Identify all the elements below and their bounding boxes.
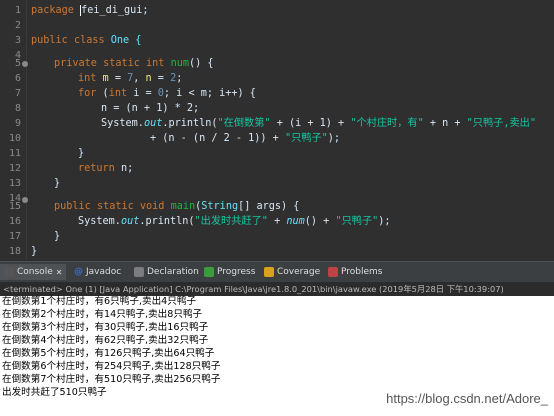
- code-line: package fei_di_gui;: [31, 5, 149, 16]
- line-number: 17: [8, 231, 21, 242]
- console-status: <terminated> One (1) [Java Application] …: [0, 282, 554, 296]
- line-number: 8: [14, 103, 21, 114]
- console-output[interactable]: 在倒数第1个村庄时，有6只鸭子,卖出4只鸭子 在倒数第2个村庄时，有14只鸭子,…: [0, 296, 554, 416]
- close-icon[interactable]: ✕: [56, 268, 63, 277]
- line-number: 2: [14, 20, 21, 31]
- code-line: }: [54, 178, 61, 189]
- declaration-icon: [134, 267, 144, 277]
- line-number: 16: [8, 216, 21, 227]
- line-number: 13: [8, 178, 21, 189]
- line-number: 18: [8, 246, 21, 257]
- progress-icon: [204, 267, 214, 277]
- line-number-gutter: 1 2 3 4 5 6 7 8 9 10 11 12 13 14 15 16 1…: [0, 0, 28, 260]
- output-line: 在倒数第6个村庄时，有254只鸭子,卖出128只鸭子: [2, 361, 221, 372]
- line-number: 10: [8, 133, 21, 144]
- output-line: 在倒数第4个村庄时，有62只鸭子,卖出32只鸭子: [2, 335, 209, 346]
- code-line: }: [78, 148, 85, 159]
- console-tab-bar: Console ✕ @ Javadoc Declaration Progress…: [0, 261, 554, 283]
- code-line: }: [54, 231, 61, 242]
- code-line: System.out.println("出发时共赶了" + num() + "只…: [78, 216, 391, 227]
- line-number: 7: [14, 88, 21, 99]
- console-icon: [4, 267, 14, 277]
- output-line: 在倒数第1个村庄时，有6只鸭子,卖出4只鸭子: [2, 296, 197, 307]
- line-number: 9: [14, 118, 21, 129]
- output-line: 在倒数第2个村庄时，有14只鸭子,卖出8只鸭子: [2, 309, 203, 320]
- fold-marker-icon[interactable]: [22, 61, 28, 67]
- code-line: public static void main(String[] args) {: [54, 201, 300, 212]
- tab-declaration[interactable]: Declaration: [134, 264, 199, 280]
- line-number: 6: [14, 73, 21, 84]
- code-line: public class One {: [31, 35, 142, 46]
- line-number: 5: [14, 58, 21, 69]
- line-number: 11: [8, 148, 21, 159]
- line-number: 3: [14, 35, 21, 46]
- code-line: + (n - (n / 2 - 1)) + "只鸭子");: [150, 133, 341, 144]
- coverage-icon: [264, 267, 274, 277]
- code-line: int m = 7, n = 2;: [78, 73, 183, 84]
- at-icon: @: [74, 267, 83, 277]
- problems-icon: [328, 267, 338, 277]
- tab-coverage[interactable]: Coverage: [264, 264, 320, 280]
- code-line: System.out.println("在倒数第" + (i + 1) + "个…: [101, 118, 536, 129]
- watermark: https://blog.csdn.net/Adore_: [386, 391, 548, 406]
- code-line: }: [31, 246, 38, 257]
- code-line: for (int i = 0; i < m; i++) {: [78, 88, 256, 99]
- output-line: 在倒数第7个村庄时，有510只鸭子,卖出256只鸭子: [2, 374, 221, 385]
- line-number: 12: [8, 163, 21, 174]
- output-line: 在倒数第3个村庄时，有30只鸭子,卖出16只鸭子: [2, 322, 209, 333]
- tab-problems[interactable]: Problems: [328, 264, 382, 280]
- code-editor[interactable]: 1 2 3 4 5 6 7 8 9 10 11 12 13 14 15 16 1…: [0, 0, 554, 260]
- code-line: n = (n + 1) * 2;: [101, 103, 200, 114]
- output-line: 出发时共赶了510只鸭子: [2, 387, 107, 398]
- fold-marker-icon[interactable]: [22, 197, 28, 203]
- code-line: return n;: [78, 163, 134, 174]
- tab-javadoc[interactable]: @ Javadoc: [74, 264, 121, 280]
- tab-progress[interactable]: Progress: [204, 264, 255, 280]
- tab-console[interactable]: Console ✕: [0, 264, 67, 280]
- line-number: 1: [14, 5, 21, 16]
- line-number: 15: [8, 201, 21, 212]
- code-line: private static int num() {: [54, 58, 214, 69]
- output-line: 在倒数第5个村庄时，有126只鸭子,卖出64只鸭子: [2, 348, 215, 359]
